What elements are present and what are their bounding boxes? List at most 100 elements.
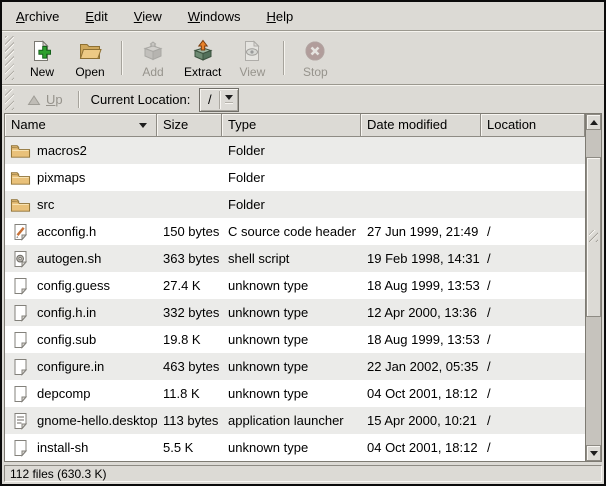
file-type: unknown type <box>222 305 361 320</box>
table-row[interactable]: macros2 Folder <box>5 137 585 164</box>
file-type: Folder <box>222 170 361 185</box>
file-date-modified: 22 Jan 2002, 05:35 <box>361 359 481 374</box>
scroll-up-icon <box>590 120 598 125</box>
column-header-size[interactable]: Size <box>157 114 222 137</box>
column-header-location[interactable]: Location <box>481 114 585 137</box>
table-row[interactable]: gnome-hello.desktop 113 bytes applicatio… <box>5 407 585 434</box>
file-type: Folder <box>222 143 361 158</box>
add-button: Add <box>129 33 177 83</box>
file-size: 113 bytes <box>157 413 222 428</box>
toolbar-drag-handle[interactable] <box>5 36 14 80</box>
doc-pencil-icon <box>10 223 31 241</box>
combo-dropdown-icon <box>220 89 238 111</box>
file-name: macros2 <box>37 143 87 158</box>
file-size: 463 bytes <box>157 359 222 374</box>
vertical-scrollbar <box>585 114 601 461</box>
doc-lines-icon <box>10 412 31 430</box>
menu-windows[interactable]: Windows <box>178 4 251 29</box>
table-row[interactable]: config.h.in 332 bytes unknown type 12 Ap… <box>5 299 585 326</box>
file-type: unknown type <box>222 278 361 293</box>
separator <box>78 91 79 108</box>
file-size: 150 bytes <box>157 224 222 239</box>
toolbar-separator <box>121 41 122 75</box>
file-date-modified: 12 Apr 2000, 13:36 <box>361 305 481 320</box>
file-type: unknown type <box>222 332 361 347</box>
open-button[interactable]: Open <box>66 33 114 83</box>
table-row[interactable]: configure.in 463 bytes unknown type 22 J… <box>5 353 585 380</box>
file-date-modified: 19 Feb 1998, 14:31 <box>361 251 481 266</box>
file-location: / <box>481 332 585 347</box>
folder-icon <box>10 142 31 160</box>
status-text: 112 files (630.3 K) <box>10 467 107 481</box>
sort-indicator-icon <box>139 123 147 128</box>
file-location: / <box>481 440 585 455</box>
extract-button-label: Extract <box>184 65 221 79</box>
file-date-modified: 04 Oct 2001, 18:12 <box>361 440 481 455</box>
stop-icon <box>303 39 327 63</box>
column-header-type[interactable]: Type <box>222 114 361 137</box>
file-name: config.guess <box>37 278 110 293</box>
doc-icon <box>10 277 31 295</box>
table-row[interactable]: config.guess 27.4 K unknown type 18 Aug … <box>5 272 585 299</box>
file-size: 332 bytes <box>157 305 222 320</box>
scroll-up-button[interactable] <box>586 114 601 130</box>
file-name: depcomp <box>37 386 90 401</box>
doc-icon <box>10 385 31 403</box>
file-size: 19.8 K <box>157 332 222 347</box>
file-date-modified: 04 Oct 2001, 18:12 <box>361 386 481 401</box>
new-button[interactable]: New <box>18 33 66 83</box>
open-button-label: Open <box>75 65 104 79</box>
column-header-date-modified[interactable]: Date modified <box>361 114 481 137</box>
table-row[interactable]: depcomp 11.8 K unknown type 04 Oct 2001,… <box>5 380 585 407</box>
table-row[interactable]: acconfig.h 150 bytes C source code heade… <box>5 218 585 245</box>
location-combo[interactable]: / <box>199 88 239 112</box>
scroll-down-icon <box>590 451 598 456</box>
extract-button[interactable]: Extract <box>177 33 228 83</box>
view-file-icon <box>240 39 264 63</box>
file-name: pixmaps <box>37 170 85 185</box>
file-location: / <box>481 224 585 239</box>
table-header-row: Name Size Type Date modified Location <box>5 114 585 137</box>
menu-archive[interactable]: Archive <box>6 4 69 29</box>
file-date-modified: 18 Aug 1999, 13:53 <box>361 332 481 347</box>
doc-icon <box>10 304 31 322</box>
current-location-label: Current Location: <box>91 92 191 107</box>
file-name: acconfig.h <box>37 224 96 239</box>
file-size: 27.4 K <box>157 278 222 293</box>
file-size: 5.5 K <box>157 440 222 455</box>
add-button-label: Add <box>142 65 163 79</box>
scrollbar-track[interactable] <box>586 130 601 445</box>
file-name: autogen.sh <box>37 251 101 266</box>
location-combo-value: / <box>200 89 219 111</box>
scroll-down-button[interactable] <box>586 445 601 461</box>
folder-icon <box>10 169 31 187</box>
up-button-label: Up <box>46 92 63 107</box>
doc-icon <box>10 439 31 457</box>
file-size: 11.8 K <box>157 386 222 401</box>
file-name: src <box>37 197 54 212</box>
file-location: / <box>481 305 585 320</box>
table-row[interactable]: install-sh 5.5 K unknown type 04 Oct 200… <box>5 434 585 461</box>
locationbar-drag-handle[interactable] <box>5 89 14 110</box>
view-button: View <box>228 33 276 83</box>
file-date-modified: 15 Apr 2000, 10:21 <box>361 413 481 428</box>
table-row[interactable]: pixmaps Folder <box>5 164 585 191</box>
file-name: config.h.in <box>37 305 96 320</box>
scrollbar-thumb[interactable] <box>586 157 601 317</box>
table-row[interactable]: autogen.sh 363 bytes shell script 19 Feb… <box>5 245 585 272</box>
file-size: 363 bytes <box>157 251 222 266</box>
menu-help[interactable]: Help <box>256 4 303 29</box>
open-archive-icon <box>78 39 102 63</box>
menu-view[interactable]: View <box>124 4 172 29</box>
file-type: C source code header <box>222 224 361 239</box>
column-header-name[interactable]: Name <box>5 114 157 137</box>
table-row[interactable]: src Folder <box>5 191 585 218</box>
table-row[interactable]: config.sub 19.8 K unknown type 18 Aug 19… <box>5 326 585 353</box>
file-location: / <box>481 386 585 401</box>
status-bar: 112 files (630.3 K) <box>4 465 602 482</box>
doc-gear-icon <box>10 250 31 268</box>
file-date-modified: 18 Aug 1999, 13:53 <box>361 278 481 293</box>
stop-button-label: Stop <box>303 65 328 79</box>
file-location: / <box>481 359 585 374</box>
menu-edit[interactable]: Edit <box>75 4 117 29</box>
